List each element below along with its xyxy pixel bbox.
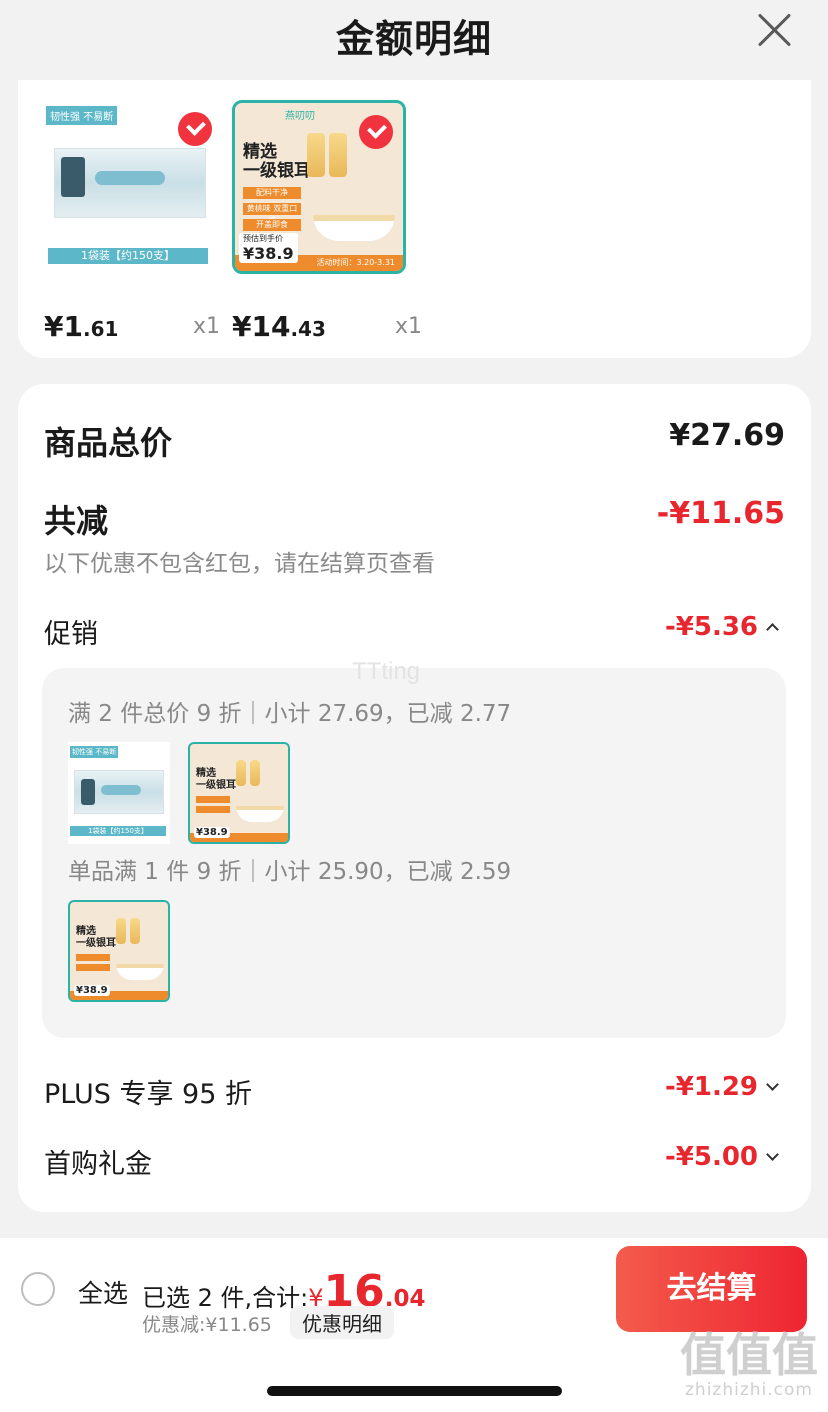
watermark-text: TTting xyxy=(352,658,421,685)
product-quantity: x1 xyxy=(394,314,422,339)
product-tag: 韧性强 不易断 xyxy=(46,106,118,125)
jar-art xyxy=(236,760,246,786)
bowl-art xyxy=(236,806,284,822)
discount-detail-button[interactable]: 优惠明细 xyxy=(290,1306,394,1339)
price-tag: ¥38.9 xyxy=(74,985,110,996)
total-value: ¥27.69 xyxy=(669,418,785,453)
feature-bar xyxy=(196,806,230,813)
products-card: 韧性强 不易断 1袋装【约150支】 ¥1.61 x1 燕叨叨 精选 一级银耳 配… xyxy=(18,80,811,358)
product-price: ¥14.43 xyxy=(232,310,326,343)
toothpick-package-art xyxy=(74,770,164,814)
discount-amount: 优惠减:¥11.65 xyxy=(142,1314,272,1336)
product-foot-label: 1袋装【约150支】 xyxy=(48,248,208,264)
product-price: ¥1.61 xyxy=(44,310,119,343)
chevron-up-icon[interactable] xyxy=(766,623,779,636)
site-watermark-glyphs: 值值值 xyxy=(680,1328,818,1382)
selected-count-text: 已选 2 件,合计: xyxy=(142,1284,309,1312)
feature-bar xyxy=(76,954,110,961)
plus-value: -¥1.29 xyxy=(664,1072,758,1102)
jar-art xyxy=(329,133,347,177)
gift-row[interactable]: 首购礼金 -¥5.00 xyxy=(44,1142,785,1182)
reduce-value: -¥11.65 xyxy=(656,496,785,531)
jar-art xyxy=(307,133,325,177)
promo-label: 促销 xyxy=(44,619,98,650)
feature-bar xyxy=(196,796,230,803)
thumb-tremella[interactable]: 精选 一级银耳 ¥38.9 xyxy=(68,900,170,1002)
product-tag: 韧性强 不易断 xyxy=(70,746,119,758)
select-all-radio[interactable] xyxy=(21,1272,55,1306)
page-title: 金额明细 xyxy=(335,17,492,61)
select-all-label[interactable]: 全选 xyxy=(78,1274,128,1310)
plus-label: PLUS 专享 95 折 xyxy=(44,1079,252,1110)
site-watermark: 值值值 zhizhizhi.com xyxy=(676,1330,822,1400)
gift-label: 首购礼金 xyxy=(44,1149,152,1180)
product-item-toothpick[interactable]: 韧性强 不易断 1袋装【约150支】 ¥1.61 x1 xyxy=(44,100,220,343)
plus-value-group[interactable]: -¥1.29 xyxy=(664,1072,779,1102)
promo-value: -¥5.36 xyxy=(664,612,758,642)
product-image-toothpick[interactable]: 韧性强 不易断 1袋装【约150支】 xyxy=(44,100,218,274)
promo-detail-box: 满 2 件总价 9 折｜小计 27.69，已减 2.77 韧性强 不易断 1袋装… xyxy=(42,668,786,1038)
promo-row[interactable]: 促销 -¥5.36 xyxy=(44,612,785,652)
total-label: 商品总价 xyxy=(44,424,173,462)
product-art-title: 精选 一级银耳 xyxy=(243,142,311,181)
product-art-title: 精选 一级银耳 xyxy=(76,926,116,949)
jar-art xyxy=(250,760,260,786)
promo-value-group[interactable]: -¥5.36 xyxy=(664,612,779,642)
product-image-tremella[interactable]: 燕叨叨 精选一级银耳 配料干净 黄桃味 双重口感 开盖即食 活动时间：3.20-… xyxy=(232,100,406,274)
total-row: 商品总价 ¥27.69 xyxy=(44,418,785,462)
header: 金额明细 xyxy=(0,0,828,70)
thumb-toothpick[interactable]: 韧性强 不易断 1袋装【约150支】 xyxy=(68,742,170,844)
price-detail-card: 商品总价 ¥27.69 共减 -¥11.65 以下优惠不包含红包，请在结算页查看… xyxy=(18,384,811,1212)
thumb-tremella[interactable]: 精选 一级银耳 ¥38.9 xyxy=(188,742,290,844)
close-icon[interactable] xyxy=(754,10,794,50)
product-quantity: x1 xyxy=(192,314,220,339)
price-tag: ¥38.9 xyxy=(194,827,230,838)
product-art-title: 精选 一级银耳 xyxy=(196,768,236,791)
feature-bar-1: 配料干净 xyxy=(243,187,301,199)
feature-bar xyxy=(76,964,110,971)
toothpick-package-art xyxy=(54,148,206,218)
reduce-row: 共减 -¥11.65 xyxy=(44,496,785,540)
home-indicator[interactable] xyxy=(267,1386,562,1396)
promo-line-1: 满 2 件总价 9 折｜小计 27.69，已减 2.77 xyxy=(68,701,512,727)
promo-line-2: 单品满 1 件 9 折｜小计 25.90，已减 2.59 xyxy=(68,859,512,885)
reduce-label: 共减 xyxy=(44,502,109,540)
chevron-down-icon[interactable] xyxy=(766,1078,779,1091)
checkmark-icon[interactable] xyxy=(359,115,393,149)
checkout-button[interactable]: 去结算 xyxy=(616,1246,807,1332)
product-foot-label: 1袋装【约150支】 xyxy=(70,826,166,836)
feature-bar-2: 黄桃味 双重口感 xyxy=(243,203,301,225)
plus-row[interactable]: PLUS 专享 95 折 -¥1.29 xyxy=(44,1072,785,1112)
discount-note: 以下优惠不包含红包，请在结算页查看 xyxy=(44,551,435,577)
gift-value: -¥5.00 xyxy=(664,1142,758,1172)
bowl-art xyxy=(313,215,395,241)
price-tag: 预估到手价 ¥38.9 xyxy=(239,233,298,263)
site-watermark-url: zhizhizhi.com xyxy=(685,1380,813,1400)
jar-art xyxy=(130,918,140,944)
product-item-tremella[interactable]: 燕叨叨 精选一级银耳 配料干净 黄桃味 双重口感 开盖即食 活动时间：3.20-… xyxy=(232,100,422,343)
brand-logo: 燕叨叨 xyxy=(285,111,315,122)
chevron-down-icon[interactable] xyxy=(766,1148,779,1161)
checkmark-icon[interactable] xyxy=(178,112,212,146)
jar-art xyxy=(116,918,126,944)
bowl-art xyxy=(116,964,164,980)
feature-bar-3: 开盖即食 xyxy=(243,219,301,231)
gift-value-group[interactable]: -¥5.00 xyxy=(664,1142,779,1172)
